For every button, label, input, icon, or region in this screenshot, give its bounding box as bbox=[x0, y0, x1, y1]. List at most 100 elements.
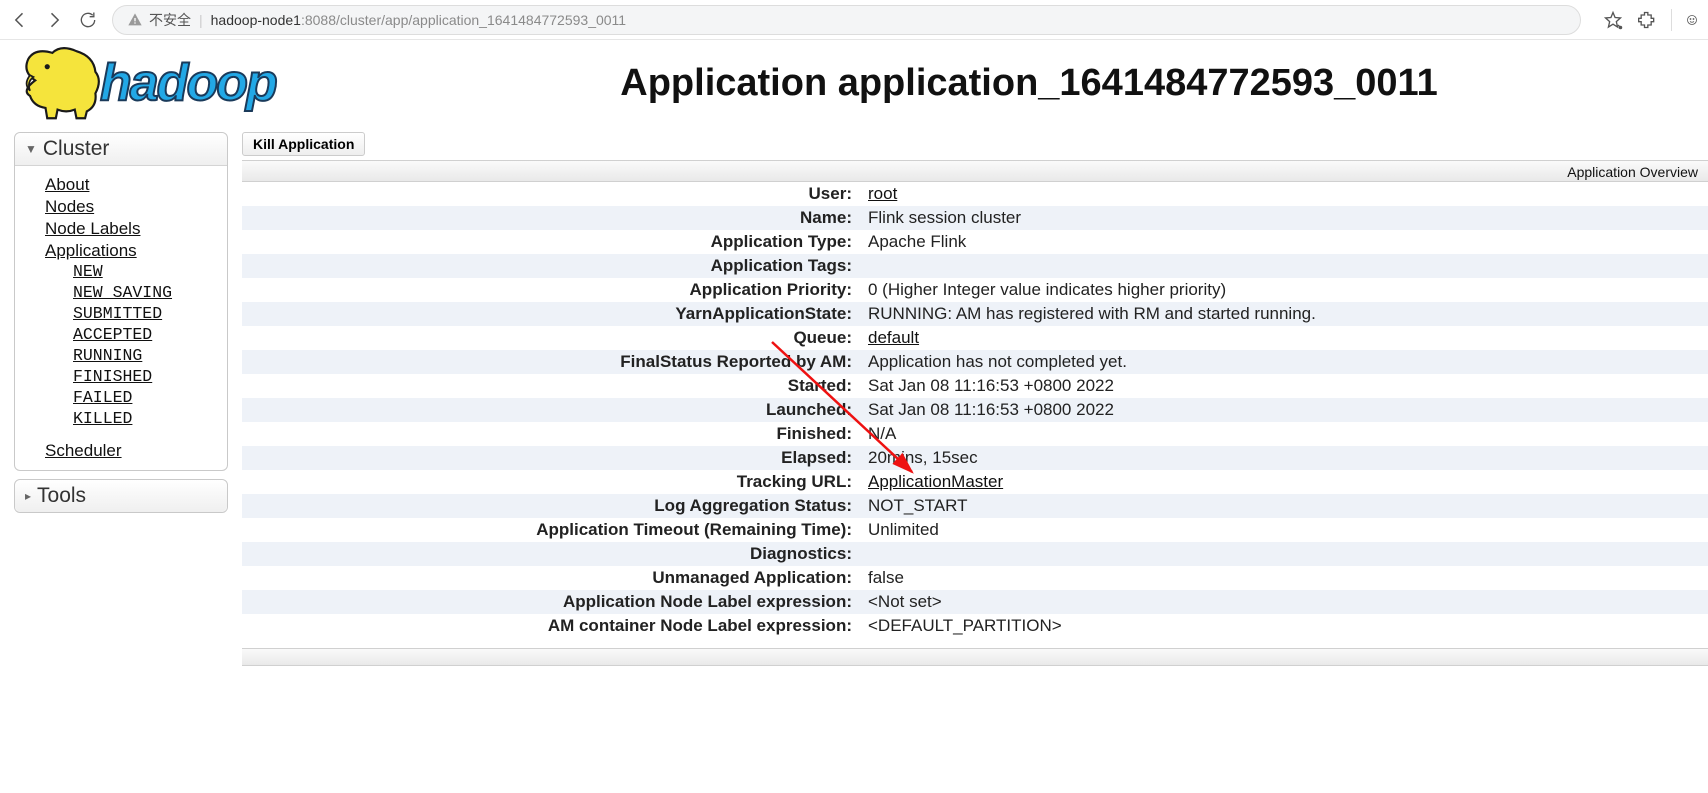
chevron-right-icon: ▸ bbox=[25, 489, 31, 503]
back-button[interactable] bbox=[10, 10, 30, 30]
table-row: FinalStatus Reported by AM:Application h… bbox=[242, 350, 1708, 374]
sidebar-link-scheduler[interactable]: Scheduler bbox=[45, 441, 122, 460]
sidebar-appstate-submitted[interactable]: SUBMITTED bbox=[73, 304, 162, 323]
application-info-table: User:rootName:Flink session clusterAppli… bbox=[242, 182, 1708, 638]
info-label: Finished: bbox=[242, 422, 860, 446]
info-label: Queue: bbox=[242, 326, 860, 350]
info-value: Unlimited bbox=[860, 518, 1708, 542]
info-label: Application Tags: bbox=[242, 254, 860, 278]
sidebar-appstate-new[interactable]: NEW bbox=[73, 262, 103, 281]
application-overview-header[interactable]: Application Overview bbox=[242, 160, 1708, 182]
info-label: Elapsed: bbox=[242, 446, 860, 470]
sidebar-appstate-accepted[interactable]: ACCEPTED bbox=[73, 325, 152, 344]
table-row: Application Timeout (Remaining Time):Unl… bbox=[242, 518, 1708, 542]
toolbar-separator bbox=[1671, 9, 1672, 31]
sidebar-link-about[interactable]: About bbox=[45, 175, 89, 194]
sidebar-link-node-labels[interactable]: Node Labels bbox=[45, 219, 140, 238]
chevron-down-icon: ▼ bbox=[25, 142, 37, 156]
table-row: Application Priority:0 (Higher Integer v… bbox=[242, 278, 1708, 302]
info-value: false bbox=[860, 566, 1708, 590]
insecure-label: 不安全 bbox=[149, 10, 191, 30]
info-label: Log Aggregation Status: bbox=[242, 494, 860, 518]
page-header: hadoop Application application_164148477… bbox=[0, 40, 1708, 126]
more-icon[interactable] bbox=[1686, 10, 1698, 30]
table-row: Name:Flink session cluster bbox=[242, 206, 1708, 230]
table-row: Diagnostics: bbox=[242, 542, 1708, 566]
info-value: Flink session cluster bbox=[860, 206, 1708, 230]
browser-chrome: 不安全 | hadoop-node1:8088/cluster/app/appl… bbox=[0, 0, 1708, 40]
info-label: Diagnostics: bbox=[242, 542, 860, 566]
info-value: Apache Flink bbox=[860, 230, 1708, 254]
info-value-link[interactable]: root bbox=[868, 184, 897, 203]
table-row: AM container Node Label expression:<DEFA… bbox=[242, 614, 1708, 638]
favorite-icon[interactable] bbox=[1603, 10, 1623, 30]
info-value: Application has not completed yet. bbox=[860, 350, 1708, 374]
sidebar-link-nodes[interactable]: Nodes bbox=[45, 197, 94, 216]
info-value: 0 (Higher Integer value indicates higher… bbox=[860, 278, 1708, 302]
sidebar-appstate-new-saving[interactable]: NEW_SAVING bbox=[73, 283, 172, 302]
sidebar-appstate-killed[interactable]: KILLED bbox=[73, 409, 132, 428]
info-value: <DEFAULT_PARTITION> bbox=[860, 614, 1708, 638]
browser-right-icons bbox=[1603, 9, 1698, 31]
info-label: User: bbox=[242, 182, 860, 206]
sidebar-panel-cluster: ▼ Cluster About Nodes Node Labels Applic… bbox=[14, 132, 228, 471]
sidebar-panel-cluster-header[interactable]: ▼ Cluster bbox=[15, 133, 227, 166]
forward-button[interactable] bbox=[44, 10, 64, 30]
main-content: Kill Application Application Overview Us… bbox=[242, 132, 1708, 666]
info-label: AM container Node Label expression: bbox=[242, 614, 860, 638]
info-value-link[interactable]: default bbox=[868, 328, 919, 347]
table-row: Log Aggregation Status:NOT_START bbox=[242, 494, 1708, 518]
info-label: Application Priority: bbox=[242, 278, 860, 302]
table-row: YarnApplicationState:RUNNING: AM has reg… bbox=[242, 302, 1708, 326]
table-row: Tracking URL: ApplicationMaster bbox=[242, 470, 1708, 494]
info-label: Application Type: bbox=[242, 230, 860, 254]
info-value: default bbox=[860, 326, 1708, 350]
url-text: hadoop-node1:8088/cluster/app/applicatio… bbox=[211, 12, 626, 28]
info-value: NOT_START bbox=[860, 494, 1708, 518]
info-value: ApplicationMaster bbox=[860, 470, 1708, 494]
section-footer-bar bbox=[242, 648, 1708, 666]
table-row: Unmanaged Application:false bbox=[242, 566, 1708, 590]
info-value bbox=[860, 542, 1708, 566]
sidebar-appstate-finished[interactable]: FINISHED bbox=[73, 367, 152, 386]
table-row: Elapsed:20mins, 15sec bbox=[242, 446, 1708, 470]
sidebar-appstate-running[interactable]: RUNNING bbox=[73, 346, 142, 365]
table-row: User: root bbox=[242, 182, 1708, 206]
info-value: Sat Jan 08 11:16:53 +0800 2022 bbox=[860, 374, 1708, 398]
sidebar-tools-label: Tools bbox=[37, 484, 86, 508]
info-label: Started: bbox=[242, 374, 860, 398]
info-label: Application Timeout (Remaining Time): bbox=[242, 518, 860, 542]
info-value bbox=[860, 254, 1708, 278]
info-label: Application Node Label expression: bbox=[242, 590, 860, 614]
warning-icon bbox=[127, 12, 143, 28]
info-label: Name: bbox=[242, 206, 860, 230]
table-row: Finished:N/A bbox=[242, 422, 1708, 446]
extensions-icon[interactable] bbox=[1637, 10, 1657, 30]
refresh-button[interactable] bbox=[78, 10, 98, 30]
sidebar-panel-tools-header[interactable]: ▸ Tools bbox=[15, 480, 227, 512]
info-value: root bbox=[860, 182, 1708, 206]
sidebar-panel-tools: ▸ Tools bbox=[14, 479, 228, 513]
table-row: Application Tags: bbox=[242, 254, 1708, 278]
insecure-indicator: 不安全 bbox=[127, 10, 191, 30]
kill-application-button[interactable]: Kill Application bbox=[242, 132, 365, 156]
sidebar-link-applications[interactable]: Applications bbox=[45, 241, 137, 260]
hadoop-elephant-icon bbox=[18, 46, 104, 120]
info-value: Sat Jan 08 11:16:53 +0800 2022 bbox=[860, 398, 1708, 422]
info-label: Tracking URL: bbox=[242, 470, 860, 494]
info-value: 20mins, 15sec bbox=[860, 446, 1708, 470]
sidebar-appstate-failed[interactable]: FAILED bbox=[73, 388, 132, 407]
info-value-link[interactable]: ApplicationMaster bbox=[868, 472, 1003, 491]
table-row: Application Node Label expression:<Not s… bbox=[242, 590, 1708, 614]
address-bar[interactable]: 不安全 | hadoop-node1:8088/cluster/app/appl… bbox=[112, 5, 1581, 35]
info-label: Unmanaged Application: bbox=[242, 566, 860, 590]
info-label: FinalStatus Reported by AM: bbox=[242, 350, 860, 374]
table-row: Application Type:Apache Flink bbox=[242, 230, 1708, 254]
logo[interactable]: hadoop bbox=[18, 46, 368, 120]
info-value: <Not set> bbox=[860, 590, 1708, 614]
hadoop-wordmark: hadoop bbox=[100, 53, 276, 113]
info-label: Launched: bbox=[242, 398, 860, 422]
info-value: RUNNING: AM has registered with RM and s… bbox=[860, 302, 1708, 326]
address-separator: | bbox=[199, 12, 203, 28]
sidebar-cluster-label: Cluster bbox=[43, 137, 110, 161]
